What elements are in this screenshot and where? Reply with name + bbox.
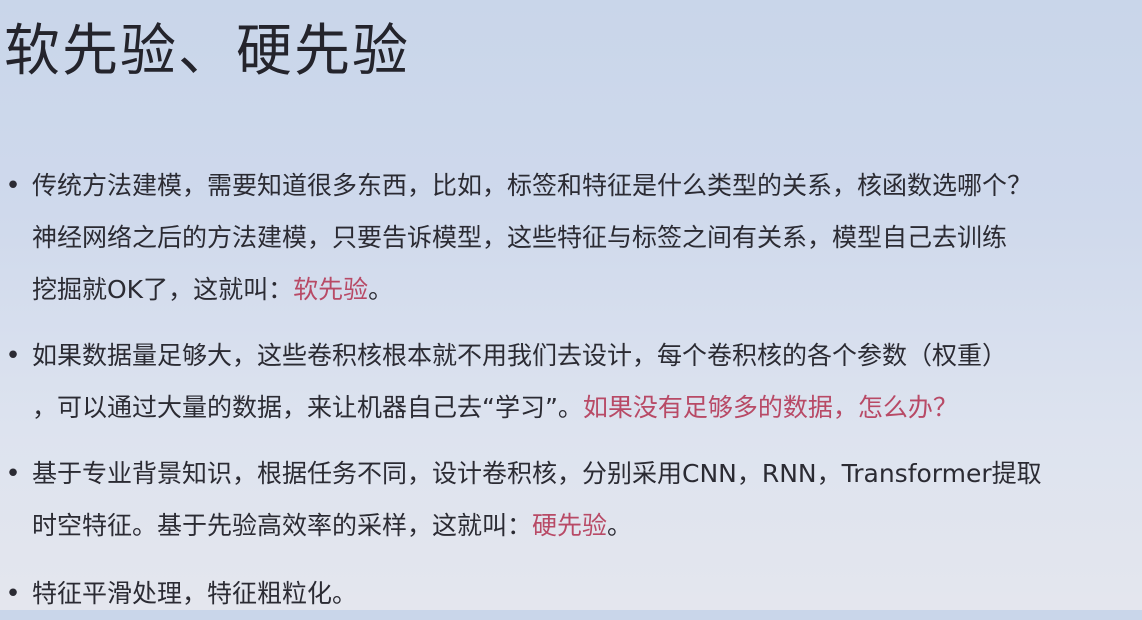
bullet-icon: • (5, 171, 21, 201)
highlight-term: 软先验 (293, 275, 369, 304)
bullet-line: 基于专业背景知识，根据任务不同，设计卷积核，分别采用CNN，RNN，Transf… (32, 459, 1042, 488)
bullet-line: 特征平滑处理，特征粗粒化。 (32, 579, 358, 608)
bullet-list: • 传统方法建模，需要知道很多东西，比如，标签和特征是什么类型的关系，核函数选哪… (0, 160, 1142, 620)
highlight-question: 如果没有足够多的数据，怎么办？ (582, 393, 958, 422)
bullet-line: 神经网络之后的方法建模，只要告诉模型，这些特征与标签之间有关系，模型自己去训练 (32, 223, 1008, 252)
bullet-line: ，可以通过大量的数据，来让机器自己去“学习”。如果没有足够多的数据，怎么办？ (32, 382, 1142, 434)
bullet-text: 挖掘就OK了，这就叫： (32, 275, 294, 304)
bullet-item-soft-prior: • 传统方法建模，需要知道很多东西，比如，标签和特征是什么类型的关系，核函数选哪… (0, 160, 1142, 316)
highlight-term: 硬先验 (532, 511, 608, 540)
bullet-text: ，可以通过大量的数据，来让机器自己去“学习”。 (32, 393, 583, 422)
slide: 软先验、硬先验 • 传统方法建模，需要知道很多东西，比如，标签和特征是什么类型的… (0, 0, 1142, 610)
bullet-line: 传统方法建模，需要知道很多东西，比如，标签和特征是什么类型的关系，核函数选哪个？ (32, 171, 1033, 200)
bullet-line: 时空特征。基于先验高效率的采样，这就叫：硬先验。 (32, 500, 1142, 552)
bullet-line: 挖掘就OK了，这就叫：软先验。 (32, 264, 1142, 316)
bullet-text: 时空特征。基于先验高效率的采样，这就叫： (32, 511, 533, 540)
bullet-item-smoothing: • 特征平滑处理，特征粗粒化。 (0, 568, 1142, 620)
bullet-icon: • (5, 579, 21, 609)
slide-title: 软先验、硬先验 (4, 19, 410, 84)
bullet-icon: • (5, 341, 21, 371)
bullet-line: 如果数据量足够大，这些卷积核根本就不用我们去设计，每个卷积核的各个参数（权重） (32, 341, 1008, 370)
bullet-item-hard-prior: • 基于专业背景知识，根据任务不同，设计卷积核，分别采用CNN，RNN，Tran… (0, 448, 1142, 552)
bullet-text: 。 (607, 511, 633, 540)
bullet-item-large-data: • 如果数据量足够大，这些卷积核根本就不用我们去设计，每个卷积核的各个参数（权重… (0, 330, 1142, 434)
bullet-icon: • (5, 459, 21, 489)
bullet-text: 。 (368, 275, 394, 304)
